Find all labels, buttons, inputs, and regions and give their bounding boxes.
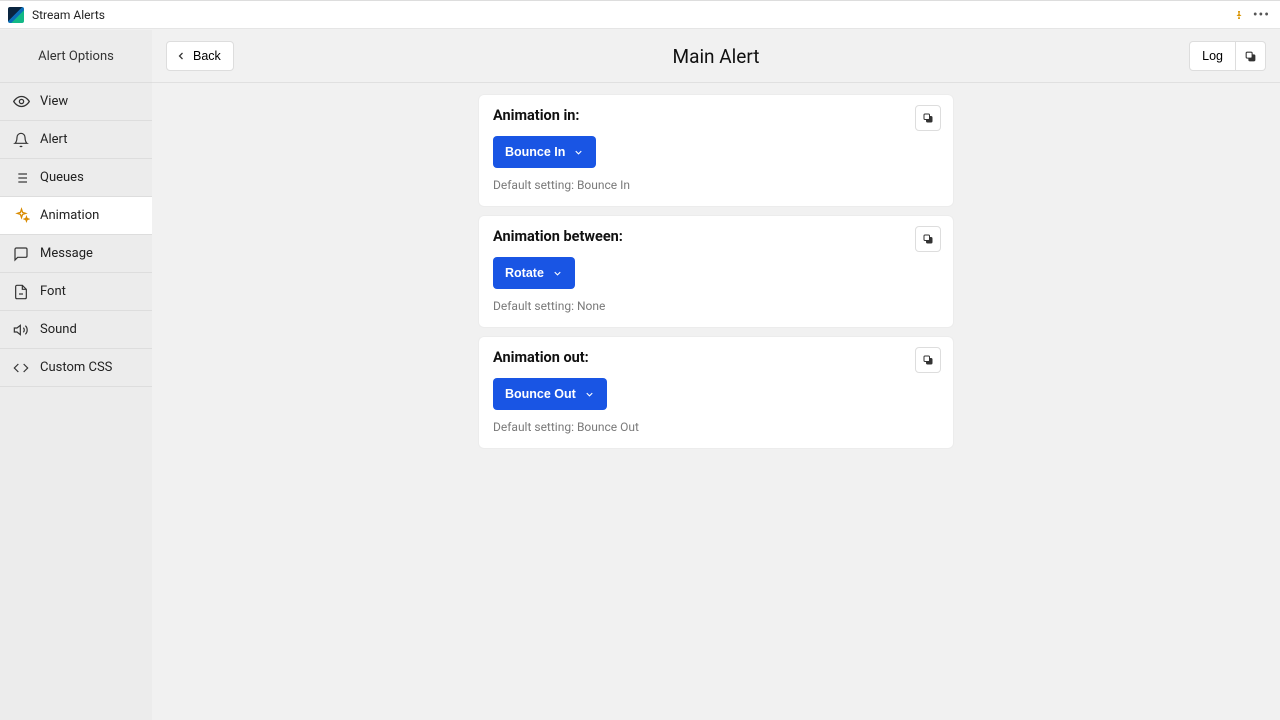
- card-title: Animation between:: [493, 228, 939, 245]
- sidebar-item-message[interactable]: Message: [0, 235, 152, 273]
- card-copy-button[interactable]: [915, 347, 941, 373]
- card-copy-button[interactable]: [915, 105, 941, 131]
- animation-between-dropdown[interactable]: Rotate: [493, 257, 575, 289]
- log-button-label: Log: [1202, 49, 1223, 63]
- copy-icon: [922, 354, 934, 366]
- sidebar-item-label: Font: [40, 284, 66, 299]
- chat-icon: [12, 245, 30, 263]
- code-icon: [12, 359, 30, 377]
- content-area: Back Main Alert Log Animation in: Bounce…: [152, 30, 1280, 720]
- sidebar: Alert Options View Alert Queues Animatio…: [0, 30, 152, 720]
- copy-icon: [1244, 50, 1257, 63]
- page-title: Main Alert: [152, 45, 1280, 68]
- card-animation-between: Animation between: Rotate Default settin…: [479, 216, 953, 327]
- titlebar: Stream Alerts •••: [0, 1, 1280, 29]
- back-button-label: Back: [193, 49, 221, 63]
- animation-in-dropdown[interactable]: Bounce In: [493, 136, 596, 168]
- content-header: Back Main Alert Log: [152, 30, 1280, 83]
- dropdown-value: Bounce Out: [505, 387, 576, 401]
- card-default-text: Default setting: Bounce Out: [493, 420, 939, 434]
- sidebar-item-label: View: [40, 94, 68, 109]
- sidebar-item-view[interactable]: View: [0, 83, 152, 121]
- list-icon: [12, 169, 30, 187]
- animation-out-dropdown[interactable]: Bounce Out: [493, 378, 607, 410]
- dropdown-value: Rotate: [505, 266, 544, 280]
- chevron-left-icon: [175, 50, 187, 62]
- sidebar-item-label: Animation: [40, 208, 99, 223]
- chevron-down-icon: [573, 147, 584, 158]
- sparkle-icon: [12, 207, 30, 225]
- card-default-text: Default setting: None: [493, 299, 939, 313]
- sidebar-title: Alert Options: [0, 30, 152, 83]
- sidebar-item-label: Queues: [40, 170, 84, 185]
- card-copy-button[interactable]: [915, 226, 941, 252]
- card-animation-in: Animation in: Bounce In Default setting:…: [479, 95, 953, 206]
- app-icon: [8, 7, 24, 23]
- sidebar-item-label: Sound: [40, 322, 77, 337]
- sidebar-item-label: Message: [40, 246, 93, 261]
- copy-icon: [922, 233, 934, 245]
- eye-icon: [12, 93, 30, 111]
- sidebar-item-custom-css[interactable]: Custom CSS: [0, 349, 152, 387]
- sidebar-item-font[interactable]: Font: [0, 273, 152, 311]
- sidebar-item-sound[interactable]: Sound: [0, 311, 152, 349]
- sidebar-item-animation[interactable]: Animation: [0, 197, 152, 235]
- log-button[interactable]: Log: [1189, 41, 1236, 71]
- header-copy-button[interactable]: [1236, 41, 1266, 71]
- pin-icon[interactable]: [1233, 9, 1245, 21]
- content-body: Animation in: Bounce In Default setting:…: [152, 83, 1280, 448]
- app-name: Stream Alerts: [32, 8, 105, 22]
- card-default-text: Default setting: Bounce In: [493, 178, 939, 192]
- dropdown-value: Bounce In: [505, 145, 565, 159]
- back-button[interactable]: Back: [166, 41, 234, 71]
- bell-icon: [12, 131, 30, 149]
- sidebar-item-label: Custom CSS: [40, 360, 112, 375]
- card-animation-out: Animation out: Bounce Out Default settin…: [479, 337, 953, 448]
- speaker-icon: [12, 321, 30, 339]
- copy-icon: [922, 112, 934, 124]
- sidebar-item-queues[interactable]: Queues: [0, 159, 152, 197]
- chevron-down-icon: [584, 389, 595, 400]
- sidebar-item-label: Alert: [40, 132, 68, 147]
- card-title: Animation out:: [493, 349, 939, 366]
- card-title: Animation in:: [493, 107, 939, 124]
- more-icon[interactable]: •••: [1251, 7, 1272, 23]
- sidebar-item-alert[interactable]: Alert: [0, 121, 152, 159]
- file-icon: [12, 283, 30, 301]
- chevron-down-icon: [552, 268, 563, 279]
